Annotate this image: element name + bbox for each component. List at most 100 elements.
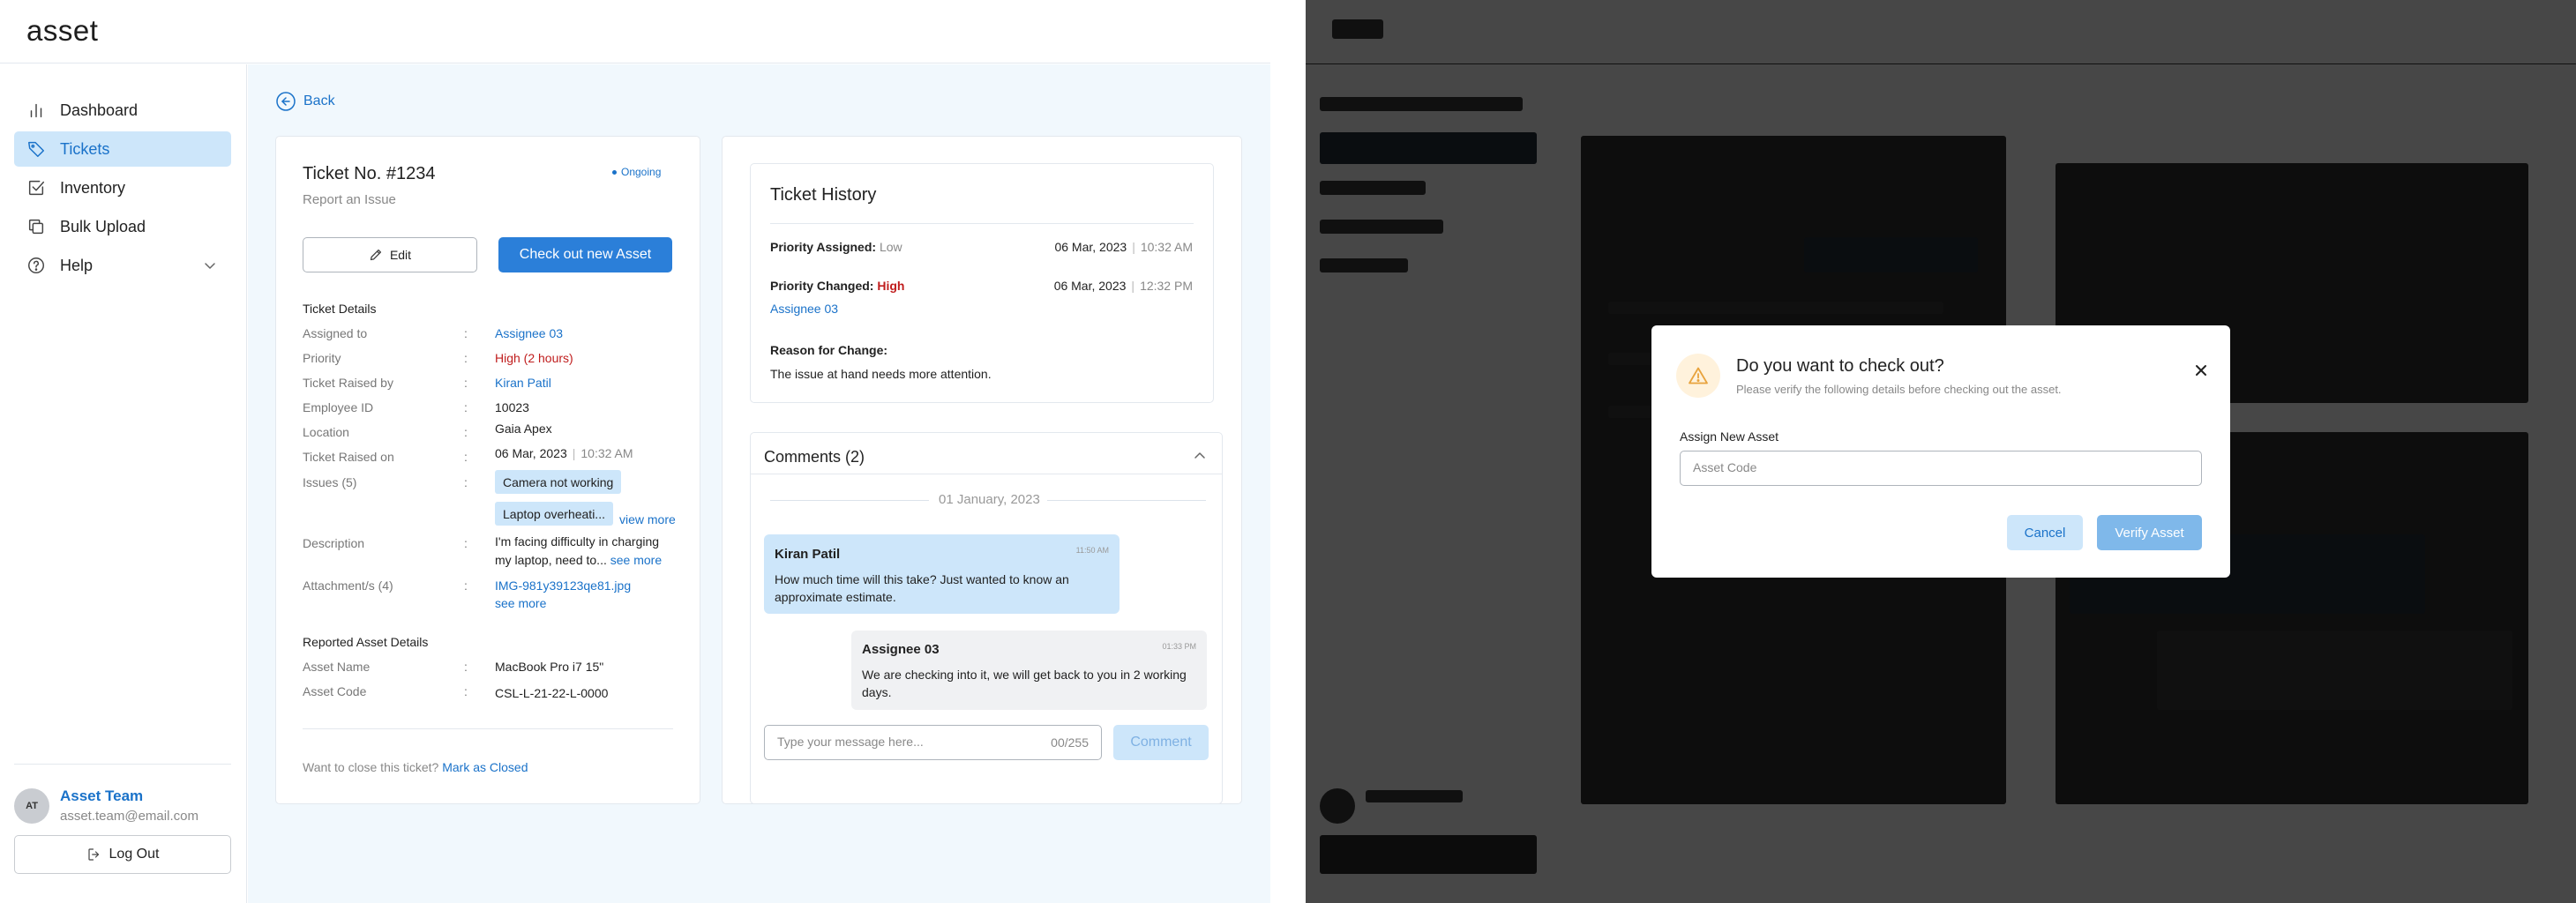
history-divider [770, 223, 1194, 224]
app-logo[interactable]: asset [26, 14, 98, 48]
comment-author: Assignee 03 [862, 642, 940, 657]
comment-text: approximate estimate. [775, 590, 896, 604]
comment-bubble-outgoing: Assignee 03 01:33 PM We are checking int… [851, 631, 1207, 710]
history-entry-label: Priority Assigned: Low [770, 240, 902, 254]
attachment-see-more-link[interactable]: see more [495, 596, 546, 610]
help-circle-icon [28, 257, 44, 273]
separator: | [572, 446, 576, 460]
back-arrow-icon [276, 92, 296, 111]
history-entry-date: 06 Mar, 2023 | 10:32 AM [1023, 240, 1193, 254]
checkbox-icon [28, 180, 44, 196]
logout-label: Log Out [109, 847, 160, 862]
comment-input-box: 00/255 [764, 725, 1102, 760]
description-line: my laptop, need to... see more [495, 553, 662, 567]
asset-name-value: MacBook Pro i7 15" [495, 660, 604, 674]
history-time: 12:32 PM [1140, 279, 1193, 293]
sidebar-item-label: Help [60, 256, 94, 274]
reason-text: The issue at hand needs more attention. [770, 367, 992, 381]
sidebar-item-bulk-upload[interactable]: Bulk Upload [14, 209, 231, 244]
bar-chart-icon [30, 103, 42, 118]
issue-chip[interactable]: Camera not working [495, 470, 622, 494]
employee-id-value: 10023 [495, 400, 529, 414]
comment-time: 01:33 PM [1162, 642, 1196, 651]
comment-text: We are checking into it, we will get bac… [862, 668, 1187, 682]
detail-colon: : [464, 425, 468, 439]
ticket-card [275, 136, 700, 804]
status-badge: Ongoing [612, 166, 661, 178]
back-link[interactable]: Back [275, 91, 335, 112]
assignee-link[interactable]: Assignee 03 [495, 326, 563, 340]
cancel-button[interactable]: Cancel [2007, 515, 2083, 550]
sidebar-item-inventory[interactable]: Inventory [14, 170, 231, 205]
verify-asset-button[interactable]: Verify Asset [2097, 515, 2202, 550]
top-bar: asset [0, 0, 1270, 63]
logout-icon [87, 848, 99, 861]
history-time: 10:32 AM [1140, 240, 1193, 254]
history-label-value: Low [879, 240, 902, 254]
mark-as-closed-link[interactable]: Mark as Closed [442, 760, 528, 774]
sidebar-item-dashboard[interactable]: Dashboard [14, 93, 231, 128]
comment-text: How much time will this take? Just wante… [775, 572, 1069, 586]
edit-label: Edit [389, 248, 412, 262]
separator: | [1132, 240, 1135, 254]
ticket-history-title: Ticket History [770, 185, 877, 205]
detail-colon: : [464, 475, 468, 489]
sidebar: Dashboard Tickets Inventory Bulk Upload … [0, 64, 247, 903]
chevron-down-icon[interactable] [203, 258, 217, 272]
issue-chip[interactable]: Laptop overheati... [495, 502, 613, 526]
detail-label: Asset Name [303, 660, 371, 674]
priority-value: High (2 hours) [495, 351, 573, 365]
attachment-link[interactable]: IMG-981y39123qe81.jpg [495, 578, 631, 593]
sidebar-item-help[interactable]: Help [14, 248, 231, 283]
user-name[interactable]: Asset Team [60, 787, 143, 805]
ticket-subtitle: Report an Issue [303, 192, 396, 207]
logout-button[interactable]: Log Out [14, 835, 231, 874]
avatar[interactable]: AT [14, 788, 49, 824]
status-dot [612, 169, 617, 175]
detail-colon: : [464, 450, 468, 464]
sidebar-item-label: Dashboard [60, 101, 139, 119]
detail-label: Employee ID [303, 400, 374, 414]
raised-by-link[interactable]: Kiran Patil [495, 376, 551, 390]
view-more-link[interactable]: view more [619, 512, 676, 526]
date-divider-line [770, 500, 929, 501]
checkout-modal: Do you want to check out? Please verify … [1651, 325, 2230, 578]
asset-field-label: Assign New Asset [1680, 429, 1779, 444]
modal-subtitle: Please verify the following details befo… [1736, 383, 2062, 396]
date-divider: 01 January, 2023 [939, 492, 1040, 507]
edit-button[interactable]: Edit [303, 237, 477, 272]
see-more-link[interactable]: see more [610, 553, 662, 567]
chevron-up-icon[interactable] [1193, 449, 1207, 463]
sidebar-item-label: Inventory [60, 178, 126, 197]
history-entry-date: 06 Mar, 2023 | 12:32 PM [1023, 279, 1193, 293]
comment-button[interactable]: Comment [1113, 725, 1209, 760]
back-label: Back [303, 93, 335, 108]
detail-colon: : [464, 536, 468, 550]
status-label: Ongoing [621, 166, 662, 178]
close-prompt-text: Want to close this ticket? [303, 760, 439, 774]
history-date: 06 Mar, 2023 [1053, 279, 1127, 293]
history-entry-label: Priority Changed: High [770, 279, 904, 293]
modal-title: Do you want to check out? [1736, 356, 1944, 376]
close-icon[interactable] [2191, 361, 2211, 380]
detail-colon: : [464, 351, 468, 365]
ticket-details-screen: asset Dashboard Tickets Inventory Bulk U… [0, 0, 1270, 903]
history-assignee-link[interactable]: Assignee 03 [770, 302, 838, 316]
detail-label: Asset Code [303, 684, 367, 698]
checkout-new-asset-button[interactable]: Check out new Asset [498, 237, 672, 272]
asset-code-input[interactable] [1693, 460, 2187, 474]
checkout-modal-screen: Do you want to check out? Please verify … [1306, 0, 2576, 903]
screen-gap [1270, 0, 1306, 903]
detail-label: Ticket Raised on [303, 450, 394, 464]
detail-colon: : [464, 400, 468, 414]
comment-input[interactable] [777, 735, 1033, 749]
reason-label: Reason for Change: [770, 343, 888, 357]
detail-colon: : [464, 660, 468, 674]
sidebar-item-label: Bulk Upload [60, 217, 146, 235]
comment-time: 11:50 AM [1075, 546, 1109, 555]
sidebar-item-tickets[interactable]: Tickets [14, 131, 231, 167]
comments-title: Comments (2) [764, 448, 865, 466]
detail-label: Priority [303, 351, 341, 365]
sidebar-item-label: Tickets [60, 139, 110, 158]
copy-icon [28, 219, 44, 235]
